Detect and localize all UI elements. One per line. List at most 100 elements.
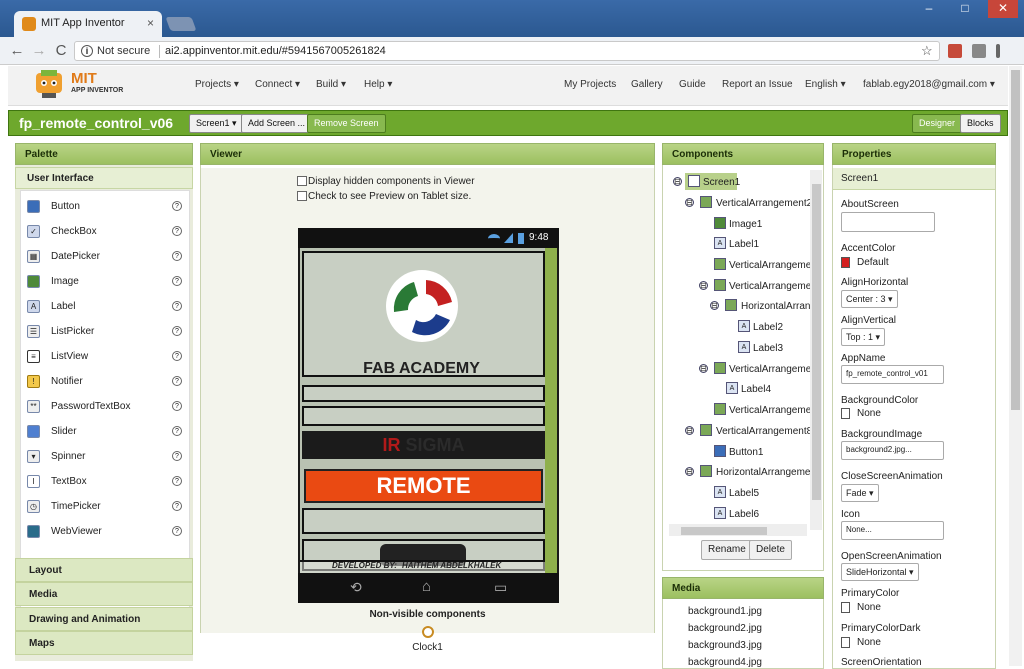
help-icon[interactable]: ?: [172, 226, 182, 236]
clock-icon[interactable]: [422, 626, 434, 638]
clock1-label[interactable]: Clock1: [201, 642, 654, 653]
palette-category-user-interface[interactable]: User Interface: [15, 167, 193, 189]
collapse-icon[interactable]: ⊟: [685, 198, 694, 207]
help-icon[interactable]: ?: [172, 476, 182, 486]
minimize-icon[interactable]: –: [916, 0, 942, 18]
collapse-icon[interactable]: ⊟: [673, 177, 682, 186]
close-window-icon[interactable]: ✕: [988, 0, 1018, 18]
tree-node-horizontal-arrangement2[interactable]: ⊟ HorizontalArrangement2: [663, 463, 810, 483]
help-icon[interactable]: ?: [172, 376, 182, 386]
palette-item-image[interactable]: Image?: [21, 270, 189, 295]
primary-color-swatch[interactable]: [841, 602, 850, 613]
tree-node-label5[interactable]: A Label5: [663, 484, 810, 504]
palette-category-layout[interactable]: Layout: [15, 558, 193, 582]
menu-build[interactable]: Build ▾: [316, 79, 346, 90]
palette-item-textbox[interactable]: I TextBox?: [21, 470, 189, 495]
menu-connect[interactable]: Connect ▾: [255, 79, 300, 90]
rename-button[interactable]: Rename: [701, 540, 753, 560]
vertical-arrangement4[interactable]: [302, 406, 545, 426]
link-my-projects[interactable]: My Projects: [564, 79, 616, 90]
tree-node-image1[interactable]: Image1: [663, 215, 810, 235]
bookmark-star-icon[interactable]: ☆: [921, 43, 933, 59]
align-vertical-select[interactable]: Top : 1 ▾: [841, 328, 886, 346]
background-color-swatch[interactable]: [841, 408, 850, 419]
palette-item-listview[interactable]: ≡ ListView?: [21, 345, 189, 370]
tab-close-icon[interactable]: ×: [147, 16, 154, 30]
help-icon[interactable]: ?: [172, 201, 182, 211]
primary-color-dark-swatch[interactable]: [841, 637, 850, 648]
reload-icon[interactable]: C: [52, 42, 70, 59]
palette-item-webviewer[interactable]: WebViewer?: [21, 520, 189, 545]
palette-item-notifier[interactable]: ! Notifier?: [21, 370, 189, 395]
media-file[interactable]: background2.jpg: [688, 623, 762, 634]
language-select[interactable]: English ▾: [805, 79, 846, 90]
security-label[interactable]: Not secure: [97, 45, 150, 57]
tree-node-vertical-arrangement3[interactable]: VerticalArrangement3: [663, 256, 810, 276]
menu-projects[interactable]: Projects ▾: [195, 79, 239, 90]
tree-node-horizontal-arrangement1[interactable]: ⊟ HorizontalArrangement1: [663, 297, 810, 317]
app-inventor-logo-icon[interactable]: [32, 69, 66, 99]
display-hidden-checkbox[interactable]: [297, 176, 307, 186]
palette-item-checkbox[interactable]: ✓ CheckBox?: [21, 220, 189, 245]
help-icon[interactable]: ?: [172, 526, 182, 536]
palette-item-listpicker[interactable]: ☰ ListPicker?: [21, 320, 189, 345]
link-gallery[interactable]: Gallery: [631, 79, 663, 90]
screen-select[interactable]: Screen1 ▾: [189, 114, 244, 133]
vertical-arrangement6[interactable]: [302, 508, 545, 534]
menu-help[interactable]: Help ▾: [364, 79, 392, 90]
developer-name-label[interactable]: HAITHEM ABDELKHALEK: [402, 561, 501, 570]
extension-pdf-icon[interactable]: [948, 44, 962, 58]
remove-screen-button[interactable]: Remove Screen: [307, 114, 386, 133]
blocks-button[interactable]: Blocks: [960, 114, 1001, 133]
background-image-picker[interactable]: background2.jpg...: [841, 441, 944, 460]
palette-category-media[interactable]: Media: [15, 582, 193, 606]
tree-node-label2[interactable]: A Label2: [663, 318, 810, 338]
sigma-label[interactable]: SIGMA: [406, 435, 465, 455]
icon-picker[interactable]: None...: [841, 521, 944, 540]
help-icon[interactable]: ?: [172, 351, 182, 361]
tree-node-label3[interactable]: A Label3: [663, 339, 810, 359]
designer-button[interactable]: Designer: [912, 114, 963, 133]
help-icon[interactable]: ?: [172, 401, 182, 411]
help-icon[interactable]: ?: [172, 501, 182, 511]
address-bar[interactable]: i Not secure ai2.appinventor.mit.edu/#59…: [74, 41, 940, 61]
tree-horizontal-scroll-thumb[interactable]: [681, 527, 767, 535]
info-icon[interactable]: i: [81, 45, 93, 57]
maximize-icon[interactable]: □: [952, 0, 978, 18]
tree-node-button1[interactable]: Button1: [663, 443, 810, 463]
help-icon[interactable]: ?: [172, 426, 182, 436]
help-icon[interactable]: ?: [172, 451, 182, 461]
tree-node-vertical-arrangement5[interactable]: ⊟ VerticalArrangement5: [663, 360, 810, 380]
add-screen-button[interactable]: Add Screen ...: [241, 114, 313, 133]
tree-node-screen1[interactable]: ⊟ Screen1: [663, 173, 810, 193]
palette-item-button[interactable]: Button?: [21, 195, 189, 220]
media-file[interactable]: background1.jpg: [688, 606, 762, 617]
fab-academy-label[interactable]: FAB ACADEMY: [300, 360, 543, 378]
palette-item-label[interactable]: A Label?: [21, 295, 189, 320]
palette-category-drawing[interactable]: Drawing and Animation: [15, 607, 193, 631]
media-file[interactable]: background4.jpg: [688, 657, 762, 668]
url-text[interactable]: ai2.appinventor.mit.edu/#594156700526182…: [165, 45, 386, 57]
back-icon[interactable]: ←: [8, 42, 26, 59]
primary-color-value[interactable]: None: [857, 602, 881, 613]
primary-color-dark-value[interactable]: None: [857, 637, 881, 648]
help-icon[interactable]: ?: [172, 276, 182, 286]
help-icon[interactable]: ?: [172, 301, 182, 311]
align-horizontal-select[interactable]: Center : 3 ▾: [841, 290, 898, 308]
ir-sigma-arrangement[interactable]: IR SIGMA: [302, 431, 545, 459]
new-tab-button[interactable]: [165, 17, 197, 31]
screen1-preview[interactable]: FAB ACADEMY IR SIGMA REMOTE: [300, 248, 545, 573]
palette-category-maps[interactable]: Maps: [15, 631, 193, 655]
help-icon[interactable]: ?: [172, 326, 182, 336]
account-menu[interactable]: fablab.egy2018@gmail.com ▾: [863, 79, 995, 90]
tree-node-label6[interactable]: A Label6: [663, 505, 810, 524]
developed-by-label[interactable]: DEVELOPED BY:: [332, 561, 397, 570]
palette-item-datepicker[interactable]: ▦ DatePicker?: [21, 245, 189, 270]
tablet-preview-checkbox[interactable]: [297, 191, 307, 201]
menu-dots-icon[interactable]: [996, 44, 1000, 58]
tree-vertical-scroll-thumb[interactable]: [812, 184, 821, 500]
page-scroll-thumb[interactable]: [1011, 70, 1020, 410]
tree-node-label1[interactable]: A Label1: [663, 235, 810, 255]
collapse-icon[interactable]: ⊟: [685, 467, 694, 476]
media-file[interactable]: background3.jpg: [688, 640, 762, 651]
